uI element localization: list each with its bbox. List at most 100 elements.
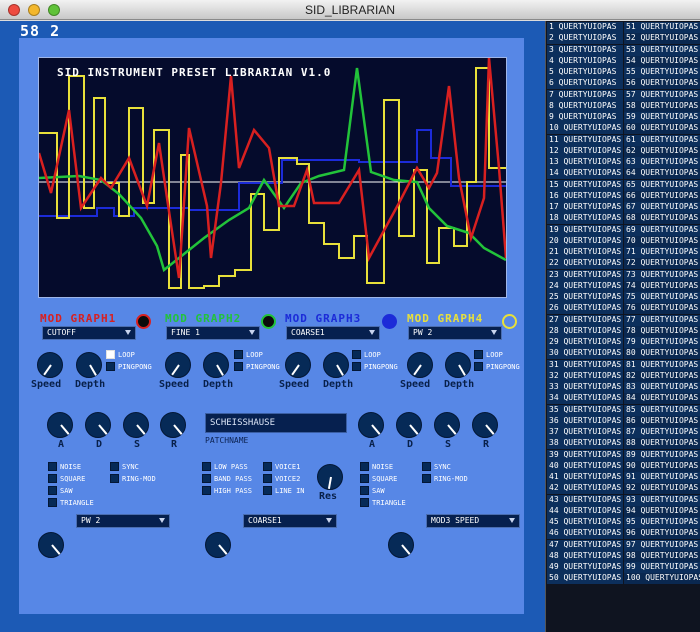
preset-list-item[interactable]: 62 QUERTYUIOPAS bbox=[624, 145, 700, 157]
preset-list-item[interactable]: 46 QUERTYUIOPAS bbox=[547, 528, 623, 540]
mod-graph-1-depth-knob[interactable] bbox=[76, 352, 102, 378]
preset-list-item[interactable]: 4 QUERTYUIOPAS bbox=[547, 55, 623, 67]
preset-list-item[interactable]: 63 QUERTYUIOPAS bbox=[624, 157, 700, 168]
preset-list-item[interactable]: 26 QUERTYUIOPAS bbox=[547, 303, 623, 315]
preset-list-item[interactable]: 75 QUERTYUIOPAS bbox=[624, 292, 700, 303]
preset-list-item[interactable]: 70 QUERTYUIOPAS bbox=[624, 235, 700, 247]
mod-graph-2-depth-knob[interactable] bbox=[203, 352, 229, 378]
preset-list-item[interactable]: 27 QUERTYUIOPAS bbox=[547, 314, 623, 326]
preset-list-item[interactable]: 67 QUERTYUIOPAS bbox=[624, 202, 700, 213]
voice-1-attack-knob[interactable] bbox=[47, 412, 73, 438]
preset-list-item[interactable]: 90 QUERTYUIOPAS bbox=[624, 460, 700, 472]
preset-list-item[interactable]: 16 QUERTYUIOPAS bbox=[547, 190, 623, 202]
mod-graph-3-target-select[interactable]: COARSE1 bbox=[286, 326, 380, 340]
preset-list-item[interactable]: 29 QUERTYUIOPAS bbox=[547, 337, 623, 348]
preset-list-item[interactable]: 88 QUERTYUIOPAS bbox=[624, 438, 700, 450]
preset-list-item[interactable]: 40 QUERTYUIOPAS bbox=[547, 460, 623, 472]
voice-1-triangle-checkbox[interactable] bbox=[48, 498, 57, 507]
preset-list-item[interactable]: 60 QUERTYUIOPAS bbox=[624, 123, 700, 135]
preset-list-item[interactable]: 79 QUERTYUIOPAS bbox=[624, 337, 700, 348]
preset-list-item[interactable]: 93 QUERTYUIOPAS bbox=[624, 494, 700, 506]
preset-list-item[interactable]: 9 QUERTYUIOPAS bbox=[547, 112, 623, 123]
preset-list-item[interactable]: 49 QUERTYUIOPAS bbox=[547, 562, 623, 573]
preset-list-item[interactable]: 99 QUERTYUIOPAS bbox=[624, 562, 700, 573]
preset-list-item[interactable]: 51 QUERTYUIOPAS bbox=[624, 22, 700, 33]
preset-list-item[interactable]: 56 QUERTYUIOPAS bbox=[624, 78, 700, 90]
voice-2-decay-knob[interactable] bbox=[396, 412, 422, 438]
preset-list-item[interactable]: 19 QUERTYUIOPAS bbox=[547, 224, 623, 236]
preset-list-item[interactable]: 43 QUERTYUIOPAS bbox=[547, 494, 623, 506]
preset-list-item[interactable]: 34 QUERTYUIOPAS bbox=[547, 393, 623, 405]
mod-graph-4-depth-knob[interactable] bbox=[445, 352, 471, 378]
patch-name-input[interactable]: SCHEISSHAUSE bbox=[205, 413, 347, 433]
mod-graph-3-color-indicator[interactable] bbox=[382, 314, 397, 329]
voice-1-release-knob[interactable] bbox=[160, 412, 186, 438]
preset-list-item[interactable]: 97 QUERTYUIOPAS bbox=[624, 539, 700, 551]
preset-list-item[interactable]: 71 QUERTYUIOPAS bbox=[624, 247, 700, 258]
mod-graph-4-speed-knob[interactable] bbox=[407, 352, 433, 378]
mod-graph-1-color-indicator[interactable] bbox=[136, 314, 151, 329]
preset-list-item[interactable]: 72 QUERTYUIOPAS bbox=[624, 258, 700, 270]
preset-list-item[interactable]: 31 QUERTYUIOPAS bbox=[547, 359, 623, 371]
voice-2-saw-checkbox[interactable] bbox=[360, 486, 369, 495]
preset-list-item[interactable]: 21 QUERTYUIOPAS bbox=[547, 247, 623, 258]
preset-list-item[interactable]: 23 QUERTYUIOPAS bbox=[547, 269, 623, 281]
preset-list-item[interactable]: 92 QUERTYUIOPAS bbox=[624, 483, 700, 495]
voice-2-release-knob[interactable] bbox=[472, 412, 498, 438]
mod-graph-1-loop-checkbox[interactable] bbox=[106, 350, 115, 359]
voice-1-square-checkbox[interactable] bbox=[48, 474, 57, 483]
preset-list-item[interactable]: 22 QUERTYUIOPAS bbox=[547, 258, 623, 270]
voice-2-square-checkbox[interactable] bbox=[360, 474, 369, 483]
mod-graph-3-loop-checkbox[interactable] bbox=[352, 350, 361, 359]
preset-list-item[interactable]: 48 QUERTYUIOPAS bbox=[547, 550, 623, 562]
voice-2-ringmod-checkbox[interactable] bbox=[422, 474, 431, 483]
preset-list-item[interactable]: 78 QUERTYUIOPAS bbox=[624, 325, 700, 337]
preset-list-item[interactable]: 35 QUERTYUIOPAS bbox=[547, 404, 623, 416]
preset-list-item[interactable]: 57 QUERTYUIOPAS bbox=[624, 89, 700, 101]
preset-list-item[interactable]: 58 QUERTYUIOPAS bbox=[624, 100, 700, 112]
preset-list-item[interactable]: 100 QUERTYUIOPAS bbox=[624, 573, 700, 585]
mod-graph-1-speed-knob[interactable] bbox=[37, 352, 63, 378]
preset-list-item[interactable]: 86 QUERTYUIOPAS bbox=[624, 415, 700, 427]
preset-list-item[interactable]: 85 QUERTYUIOPAS bbox=[624, 404, 700, 416]
mod-graph-display[interactable]: SID INSTRUMENT PRESET LIBRARIAN V1.0 bbox=[38, 57, 507, 298]
filter-bandpass-checkbox[interactable] bbox=[202, 474, 211, 483]
bottom-right-knob[interactable] bbox=[388, 532, 414, 558]
bottom-center-knob[interactable] bbox=[205, 532, 231, 558]
preset-list-item[interactable]: 95 QUERTYUIOPAS bbox=[624, 517, 700, 528]
preset-list-item[interactable]: 37 QUERTYUIOPAS bbox=[547, 427, 623, 438]
preset-list-item[interactable]: 38 QUERTYUIOPAS bbox=[547, 438, 623, 450]
preset-list-item[interactable]: 6 QUERTYUIOPAS bbox=[547, 78, 623, 90]
mod-graph-3-pingpong-checkbox[interactable] bbox=[352, 362, 361, 371]
filter-resonance-knob[interactable] bbox=[317, 464, 343, 490]
preset-list-item[interactable]: 80 QUERTYUIOPAS bbox=[624, 348, 700, 360]
voice-1-saw-checkbox[interactable] bbox=[48, 486, 57, 495]
preset-list-item[interactable]: 11 QUERTYUIOPAS bbox=[547, 134, 623, 146]
preset-list-item[interactable]: 15 QUERTYUIOPAS bbox=[547, 179, 623, 191]
mod-graph-2-target-select[interactable]: FINE 1 bbox=[166, 326, 260, 340]
preset-list-item[interactable]: 39 QUERTYUIOPAS bbox=[547, 449, 623, 461]
preset-list-item[interactable]: 73 QUERTYUIOPAS bbox=[624, 269, 700, 281]
voice-1-noise-checkbox[interactable] bbox=[48, 462, 57, 471]
preset-list-item[interactable]: 24 QUERTYUIOPAS bbox=[547, 280, 623, 292]
filter-highpass-checkbox[interactable] bbox=[202, 486, 211, 495]
preset-list-item[interactable]: 52 QUERTYUIOPAS bbox=[624, 33, 700, 45]
bottom-right-select[interactable]: MOD3 SPEED bbox=[426, 514, 520, 528]
preset-list-item[interactable]: 84 QUERTYUIOPAS bbox=[624, 393, 700, 405]
preset-list-item[interactable]: 5 QUERTYUIOPAS bbox=[547, 67, 623, 78]
mod-graph-2-color-indicator[interactable] bbox=[261, 314, 276, 329]
preset-list-item[interactable]: 13 QUERTYUIOPAS bbox=[547, 157, 623, 168]
preset-list-item[interactable]: 7 QUERTYUIOPAS bbox=[547, 89, 623, 101]
preset-list-item[interactable]: 28 QUERTYUIOPAS bbox=[547, 325, 623, 337]
preset-list-item[interactable]: 3 QUERTYUIOPAS bbox=[547, 44, 623, 56]
preset-list-item[interactable]: 20 QUERTYUIOPAS bbox=[547, 235, 623, 247]
preset-list-item[interactable]: 91 QUERTYUIOPAS bbox=[624, 472, 700, 483]
preset-list-item[interactable]: 50 QUERTYUIOPAS bbox=[547, 573, 623, 585]
voice-1-ringmod-checkbox[interactable] bbox=[110, 474, 119, 483]
preset-list-item[interactable]: 77 QUERTYUIOPAS bbox=[624, 314, 700, 326]
mod-graph-2-speed-knob[interactable] bbox=[165, 352, 191, 378]
mod-graph-3-depth-knob[interactable] bbox=[323, 352, 349, 378]
mod-graph-4-color-indicator[interactable] bbox=[502, 314, 517, 329]
preset-list-item[interactable]: 18 QUERTYUIOPAS bbox=[547, 213, 623, 225]
mod-graph-4-target-select[interactable]: PW 2 bbox=[408, 326, 502, 340]
